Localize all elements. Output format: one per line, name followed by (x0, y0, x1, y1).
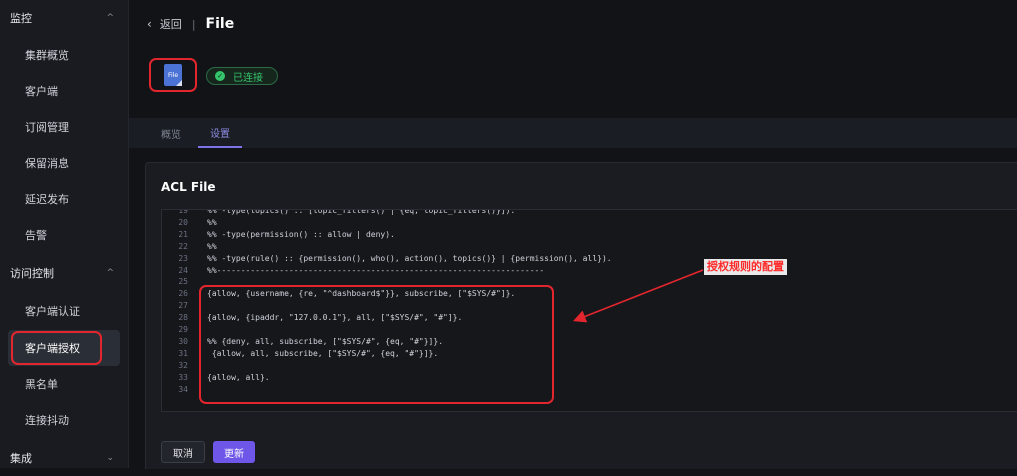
sidebar-highlight-box (11, 331, 102, 365)
sidebar-item-authentication[interactable]: 客户端认证 (0, 293, 128, 329)
line-number: 28 (178, 313, 188, 323)
code-text: %% (207, 241, 217, 251)
code-text: %% (207, 217, 217, 227)
line-number: 20 (178, 217, 188, 227)
rules-highlight-box (199, 285, 554, 404)
line-number: 21 (178, 229, 188, 239)
cancel-button[interactable]: 取消 (161, 441, 205, 463)
update-button[interactable]: 更新 (213, 441, 255, 463)
sidebar-item-label: 告警 (25, 229, 47, 242)
tab-label: 概览 (161, 129, 181, 141)
code-line: 21 %% -type(permission() :: allow | deny)… (162, 229, 1017, 240)
breadcrumb: ‹ 返回 | File (147, 14, 234, 34)
code-line: 23 %% -type(rule() :: {permission(), who(… (162, 253, 1017, 264)
sidebar-item-label: 集群概览 (25, 49, 69, 62)
code-line: 22%% (162, 241, 1017, 252)
breadcrumb-separator: | (191, 17, 196, 31)
tab-settings[interactable]: 设置 (198, 118, 242, 148)
sidebar-item-blacklist[interactable]: 黑名单 (0, 366, 128, 402)
sidebar-group-label: 访问控制 (10, 267, 54, 280)
sidebar-group-access-control[interactable]: 访问控制 ^ (0, 255, 128, 291)
line-number: 23 (178, 253, 188, 263)
line-number: 31 (178, 348, 188, 358)
card-title: ACL File (161, 180, 216, 194)
code-line: 24 %%------------------------------------… (162, 265, 1017, 276)
sidebar-item-clients[interactable]: 客户端 (0, 73, 128, 109)
sidebar-group-monitor[interactable]: 监控 ^ (0, 0, 128, 36)
chevron-up-icon: ^ (106, 13, 114, 23)
line-number: 29 (178, 325, 188, 334)
code-text: %% -type(topics() :: [topic_filters() | … (207, 209, 516, 215)
sidebar-group-integration[interactable]: 集成 ⌄ (0, 440, 128, 476)
resource-icon-highlight: File (149, 58, 197, 92)
chevron-left-icon[interactable]: ‹ (147, 17, 152, 31)
chevron-down-icon: ⌄ (106, 453, 114, 463)
sidebar-item-label: 客户端 (25, 85, 58, 98)
annotation-label: 授权规则的配置 (704, 259, 787, 275)
line-number: 19 (178, 209, 188, 215)
chevron-up-icon: ^ (106, 268, 114, 278)
sidebar-item-label: 订阅管理 (25, 121, 69, 134)
check-circle-icon: ✓ (215, 71, 225, 81)
line-number: 30 (178, 336, 188, 346)
status-label: 已连接 (233, 72, 263, 84)
sidebar-item-label: 延迟发布 (25, 193, 69, 206)
tab-bar: 概览 设置 (129, 118, 1017, 148)
tab-label: 设置 (210, 128, 230, 140)
line-number: 34 (178, 384, 188, 394)
line-number: 22 (178, 241, 188, 251)
sidebar-item-subscriptions[interactable]: 订阅管理 (0, 109, 128, 145)
code-line: 19 %% -type(topics() :: [topic_filters() … (162, 209, 1017, 216)
status-badge: ✓ 已连接 (206, 67, 278, 85)
sidebar-group-label: 集成 (10, 452, 32, 465)
code-text: %%--------------------------------------… (207, 265, 545, 275)
sidebar-item-label: 连接抖动 (25, 414, 69, 427)
tab-overview[interactable]: 概览 (161, 118, 181, 148)
line-number: 24 (178, 265, 188, 275)
code-line: 20%% (162, 217, 1017, 228)
line-number: 33 (178, 372, 188, 382)
sidebar-item-label: 客户端认证 (25, 305, 80, 318)
code-text: %% -type(permission() :: allow | deny). (207, 229, 395, 239)
back-link[interactable]: 返回 (160, 16, 182, 32)
page-title: File (205, 16, 235, 32)
sidebar-group-label: 监控 (10, 12, 32, 25)
file-icon-label: File (167, 71, 179, 79)
sidebar-item-flapping[interactable]: 连接抖动 (0, 402, 128, 438)
line-number: 32 (178, 360, 188, 370)
line-number: 26 (178, 289, 188, 299)
sidebar-item-retained[interactable]: 保留消息 (0, 145, 128, 181)
code-text: %% -type(rule() :: {permission(), who(),… (207, 253, 612, 263)
file-icon: File (164, 64, 182, 86)
line-number: 25 (178, 277, 188, 287)
sidebar-item-delayed[interactable]: 延迟发布 (0, 181, 128, 217)
line-number: 27 (178, 301, 188, 311)
sidebar: 监控 ^ 集群概览 客户端 订阅管理 保留消息 延迟发布 告警 访问控制 ^ 客… (0, 0, 129, 468)
sidebar-item-label: 保留消息 (25, 157, 69, 170)
sidebar-item-label: 黑名单 (25, 378, 58, 391)
sidebar-item-alarms[interactable]: 告警 (0, 217, 128, 253)
sidebar-item-cluster-overview[interactable]: 集群概览 (0, 37, 128, 73)
